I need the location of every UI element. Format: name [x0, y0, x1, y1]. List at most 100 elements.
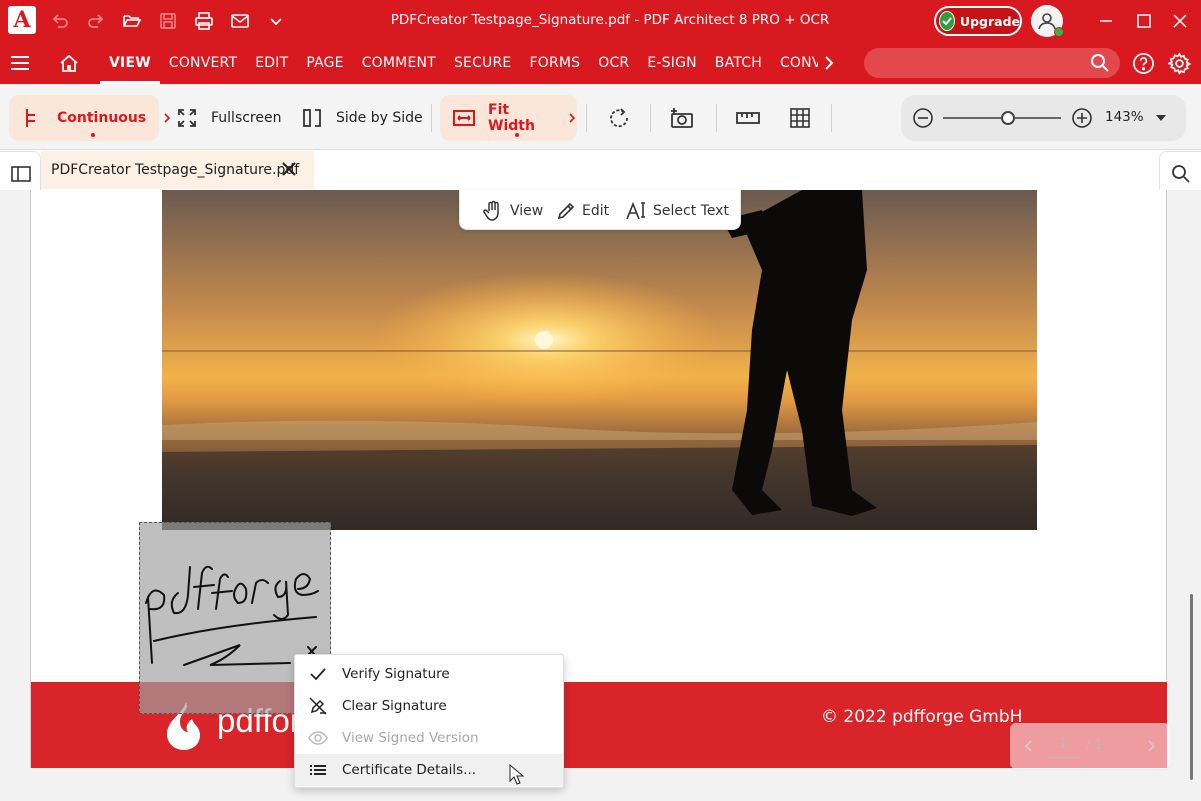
window-title: PDFCreator Testpage_Signature.pdf - PDF …	[390, 12, 830, 28]
search-input[interactable]	[876, 53, 1086, 73]
tab-batch[interactable]: BATCH	[706, 42, 771, 84]
zoom-slider-handle[interactable]	[1000, 111, 1015, 125]
interaction-mode-bar: View Edit Select Text	[459, 190, 741, 230]
save-icon[interactable]	[156, 9, 180, 33]
document-viewer[interactable]: pdfforge © 2022 pdfforge GmbH	[0, 190, 1201, 801]
maximize-button[interactable]	[1130, 8, 1158, 34]
select-text-label: Select Text	[653, 203, 729, 219]
print-icon[interactable]	[192, 9, 216, 33]
rotate-icon	[610, 108, 628, 128]
grid-icon	[790, 108, 810, 128]
zoom-in-icon[interactable]	[1071, 107, 1093, 129]
hamburger-menu-icon[interactable]	[10, 54, 30, 72]
tab-edit[interactable]: EDIT	[246, 42, 297, 84]
minimize-button[interactable]	[1092, 8, 1120, 34]
home-icon[interactable]	[58, 52, 80, 74]
tab-e-sign[interactable]: E-SIGN	[638, 42, 705, 84]
upgrade-label: Upgrade	[959, 13, 1020, 29]
view-mode-label: View	[510, 203, 544, 219]
menu-item-label: View Signed Version	[342, 730, 479, 746]
select-text-button[interactable]: Select Text	[625, 200, 729, 222]
page-navigator: 1 / 1	[1010, 723, 1170, 769]
fullscreen-label: Fullscreen	[211, 110, 282, 126]
total-pages: / 1	[1086, 738, 1103, 753]
fit-width-label: Fit Width	[488, 102, 535, 134]
toolbar-divider	[586, 104, 587, 132]
pencil-icon	[557, 202, 575, 220]
menu-item-label: Certificate Details...	[342, 762, 477, 778]
view-mode-button[interactable]: View	[482, 200, 543, 222]
redo-icon[interactable]	[84, 9, 108, 33]
close-window-button[interactable]	[1166, 8, 1194, 34]
tab-view[interactable]: VIEW	[100, 42, 160, 84]
tab-page[interactable]: PAGE	[297, 42, 352, 84]
chevron-right-icon[interactable]	[820, 53, 838, 73]
minimize-icon	[1100, 20, 1112, 22]
open-folder-icon[interactable]	[120, 9, 144, 33]
help-icon[interactable]	[1132, 52, 1155, 75]
fullscreen-button[interactable]: Fullscreen	[176, 95, 281, 141]
camera-plus-icon	[671, 108, 693, 128]
fit-width-button[interactable]: Fit Width	[440, 95, 577, 141]
gear-icon[interactable]	[1168, 52, 1191, 75]
search-box[interactable]	[864, 48, 1120, 78]
toolbar-divider	[716, 104, 717, 132]
continuous-button[interactable]: Continuous	[9, 95, 171, 141]
previous-page-icon[interactable]	[1024, 739, 1034, 753]
rotate-button[interactable]	[608, 95, 630, 141]
toolbar-divider	[650, 104, 651, 132]
document-tab[interactable]: PDFCreator Testpage_Signature.pdf	[41, 151, 314, 189]
toolbar-divider	[431, 104, 432, 132]
list-icon	[310, 765, 326, 775]
chevron-down-icon[interactable]	[1155, 114, 1167, 122]
edit-mode-button[interactable]: Edit	[556, 200, 609, 222]
app-logo-glyph: A	[13, 7, 31, 33]
hand-icon	[483, 200, 499, 221]
search-icon[interactable]	[1090, 53, 1110, 73]
menu-item-view-signed-version[interactable]: View Signed Version	[295, 722, 563, 754]
email-icon[interactable]	[228, 9, 252, 33]
current-page-input[interactable]: 1	[1046, 736, 1080, 758]
user-avatar[interactable]	[1031, 5, 1064, 37]
side-by-side-label: Side by Side	[336, 110, 423, 126]
ruler-button[interactable]	[736, 95, 760, 141]
side-by-side-button[interactable]: Side by Side	[302, 95, 423, 141]
tab-secure[interactable]: SECURE	[445, 42, 521, 84]
app-logo-icon[interactable]: A	[8, 6, 36, 34]
quick-access-dropdown-icon[interactable]	[264, 9, 288, 33]
edit-mode-label: Edit	[582, 203, 610, 219]
tab-comment[interactable]: COMMENT	[353, 42, 445, 84]
toolbar-divider	[831, 104, 832, 132]
vertical-scrollbar[interactable]	[1190, 594, 1193, 780]
upgrade-button[interactable]: Upgrade	[934, 6, 1022, 36]
grid-button[interactable]	[789, 95, 811, 141]
select-text-icon	[626, 201, 645, 220]
chevron-right-icon[interactable]	[567, 112, 577, 124]
fullscreen-icon	[178, 109, 196, 127]
snapshot-button[interactable]	[670, 95, 694, 141]
check-icon	[310, 668, 326, 681]
undo-icon[interactable]	[48, 9, 72, 33]
clear-signature-icon	[309, 697, 327, 715]
tab-convert-truncated[interactable]: CONVERT	[771, 42, 818, 84]
close-icon	[1173, 14, 1187, 28]
online-status-dot	[1054, 27, 1064, 37]
zoom-value[interactable]: 143%	[1105, 109, 1144, 125]
zoom-out-icon[interactable]	[912, 107, 934, 129]
search-icon[interactable]	[1171, 164, 1191, 184]
side-by-side-icon	[303, 109, 321, 127]
sidebar-toggle-icon[interactable]	[11, 164, 31, 184]
tab-convert[interactable]: CONVERT	[160, 42, 246, 84]
next-page-icon[interactable]	[1146, 739, 1156, 753]
menu-item-clear-signature[interactable]: Clear Signature	[295, 690, 563, 722]
tab-forms[interactable]: FORMS	[520, 42, 589, 84]
menu-item-label: Verify Signature	[342, 666, 450, 682]
mouse-cursor-icon	[509, 764, 525, 785]
view-toolbar: Continuous Fullscreen Side by Side Fit W…	[0, 84, 1201, 150]
close-tab-icon[interactable]	[280, 160, 298, 178]
continuous-scroll-icon	[26, 109, 35, 127]
document-tab-label: PDFCreator Testpage_Signature.pdf	[51, 162, 300, 178]
menu-item-verify-signature[interactable]: Verify Signature	[295, 658, 563, 690]
chevron-right-icon[interactable]	[162, 112, 172, 124]
tab-ocr[interactable]: OCR	[589, 42, 638, 84]
